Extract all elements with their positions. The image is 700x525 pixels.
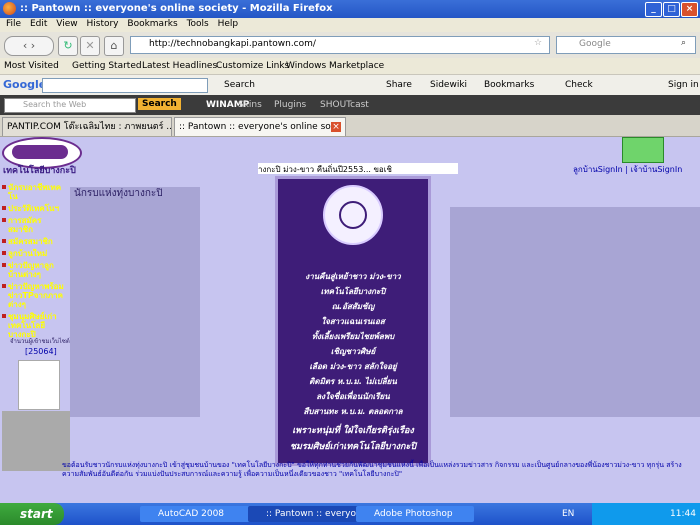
sidebar-item[interactable]: การสมัครสมาชิก (2, 216, 66, 234)
tab-bar: PANTIP.COM โต๊ะเฉลิมไทย : ภาพยนตร์ ... :… (0, 115, 700, 137)
sidebar-item[interactable]: ข่าวปัญหาลูกบ้านต่างๆ (2, 261, 66, 279)
banner-line: เพราะหนุ่มที่ ใฝ่ใจเกียรติรุ่งเรือง (292, 426, 414, 436)
stop-icon[interactable]: ✕ (80, 36, 100, 56)
sidewiki-button[interactable]: Sidewiki (430, 80, 467, 90)
search-placeholder: Google (579, 39, 611, 49)
web-search-input[interactable]: Search the Web (4, 98, 136, 113)
google-bookmarks-button[interactable]: Bookmarks (484, 80, 534, 90)
bookmark-latest-headlines[interactable]: Latest Headlines (142, 61, 217, 71)
maximize-button[interactable]: □ (663, 2, 680, 17)
banner-line: ติดมิตร ห.บ.ม. ไม่เปลี่ยน (309, 377, 397, 386)
menu-file[interactable]: File (6, 19, 21, 29)
menu-bar: File Edit View History Bookmarks Tools H… (0, 18, 700, 32)
task-autocad[interactable]: AutoCAD 2008 (140, 506, 258, 522)
search-icon[interactable]: ⌕ (681, 38, 686, 48)
menu-view[interactable]: View (56, 19, 77, 29)
google-toolbar: Google Search Share Sidewiki Bookmarks C… (0, 75, 700, 96)
system-tray: EN 11:44 (562, 503, 700, 525)
tab-pantown[interactable]: :: Pantown :: everyone's online so... × (174, 117, 346, 136)
language-indicator[interactable]: EN (562, 509, 574, 519)
google-search-button[interactable]: Search (224, 80, 255, 90)
firefox-icon (3, 2, 16, 15)
banner-line: เชิญชาวศิษย์ (330, 347, 376, 356)
window-title-bar: :: Pantown :: everyone's online society … (0, 0, 700, 18)
task-photoshop[interactable]: Adobe Photoshop (356, 506, 474, 522)
sidebar-item[interactable]: ลูกบ้านใหม่ (2, 249, 66, 258)
school-emblem-icon (323, 185, 383, 245)
bookmark-most-visited[interactable]: Most Visited (4, 61, 59, 71)
back-forward-button[interactable]: ‹ › (4, 36, 54, 56)
clock: 11:44 (670, 509, 696, 519)
url-text: http://technobangkapi.pantown.com/ (149, 39, 316, 49)
welcome-text: ขอต้อนรับชาวนักรบแห่งทุ่งบางกะปิ เข้าสู่… (62, 461, 682, 478)
web-search-button[interactable]: Search (138, 98, 181, 110)
menu-tools[interactable]: Tools (187, 19, 209, 29)
signin-links[interactable]: ลูกบ้านSignIn | เจ้าบ้านSignIn (573, 163, 682, 176)
sidebar-item[interactable]: ชุมนุมศิษย์เก่าเทคโนโลยีบางกะปิ (2, 312, 66, 339)
task-firefox[interactable]: :: Pantown :: everyo... (248, 506, 366, 522)
start-button[interactable]: start (0, 503, 64, 525)
bookmark-windows-marketplace[interactable]: Windows Marketplace (286, 61, 384, 71)
home-icon[interactable]: ⌂ (104, 36, 124, 56)
skins-menu[interactable]: Skins (238, 100, 262, 110)
url-bar[interactable]: http://technobangkapi.pantown.com/ ☆ (130, 36, 550, 54)
tab-pantip-label: PANTIP.COM โต๊ะเฉลิมไทย : ภาพยนตร์ ... (7, 122, 172, 132)
menu-help[interactable]: Help (218, 19, 239, 29)
bookmark-customize-links[interactable]: Customize Links (216, 61, 289, 71)
tab-pantown-label: :: Pantown :: everyone's online so... (179, 122, 340, 132)
tab-close-icon[interactable]: × (331, 122, 341, 132)
sidebar-menu: นักรบอาชีพเทคโน ประวัติเทคโนฯ การสมัครสม… (2, 183, 66, 342)
tab-pantip[interactable]: PANTIP.COM โต๊ะเฉลิมไทย : ภาพยนตร์ ... (2, 117, 172, 136)
bookmark-star-icon[interactable]: ☆ (534, 38, 542, 48)
banner-line: ลงใจชื่อเพื่อนนักเรียน (316, 392, 390, 401)
web-search-placeholder: Search the Web (23, 100, 87, 109)
window-title: :: Pantown :: everyone's online society … (20, 3, 333, 14)
background-building-right (450, 207, 700, 417)
background-building-left (70, 187, 200, 417)
minimize-button[interactable]: _ (645, 2, 662, 17)
bookmark-getting-started[interactable]: Getting Started (72, 61, 142, 71)
banner-line: เทคโนโลยีบางกะปิ (320, 287, 386, 296)
check-button[interactable]: Check (565, 80, 593, 90)
menu-history[interactable]: History (86, 19, 118, 29)
menu-edit[interactable]: Edit (30, 19, 47, 29)
technology-bangkapi-emblem (2, 411, 70, 471)
sidebar-item[interactable]: ข่าวปัญหาพร้อมข่าวTPจากภาคต่างๆ (2, 282, 66, 309)
sidebar-item[interactable]: นักรบอาชีพเทคโน (2, 183, 66, 201)
winamp-toolbar: Search the Web Search WINAMP Skins Plugi… (0, 95, 700, 115)
site-logo-text: เทคโนโลยีบางกะปิ (3, 166, 76, 176)
school-seal-image (18, 360, 60, 410)
bookmarks-toolbar: Most Visited Getting Started Latest Head… (0, 58, 700, 75)
banner-line: สืบสานทะ ห.บ.ม. ตลอดกาล (303, 407, 403, 416)
search-box[interactable]: Google ⌕ (556, 36, 696, 54)
page-title: นักรบแห่งทุ่งบางกะปิ (74, 188, 163, 199)
banner-line: ใจสาวแฉนเรนเอส (321, 317, 385, 326)
sidebar-item[interactable]: ประวัติเทคโนฯ (2, 204, 66, 213)
banner-line: ทั้งเลี้ยงเพรียมไชยพ์ลพบ (311, 332, 395, 341)
news-ticker: างกะปิ ม่วง-ขาว คืนถิ่นปี2553... ขอเชิ (258, 163, 458, 174)
close-button[interactable]: × (681, 2, 698, 17)
share-button[interactable]: Share (386, 80, 412, 90)
reload-icon[interactable]: ↻ (58, 36, 78, 56)
signin-banner-image (622, 137, 664, 163)
shoutcast-menu[interactable]: SHOUTcast (320, 100, 369, 110)
reunion-banner: งานคืนสู่เหย้าชาว ม่วง-ขาว เทคโนโลยีบางก… (275, 176, 431, 466)
menu-bookmarks[interactable]: Bookmarks (127, 19, 177, 29)
google-signin-link[interactable]: Sign in (668, 80, 699, 90)
plugins-menu[interactable]: Plugins (274, 100, 306, 110)
visitor-counter-label: จำนวนผู้เข้าชมเว็บไซต์ (10, 338, 70, 345)
banner-line: งานคืนสู่เหย้าชาว ม่วง-ขาว (305, 272, 401, 281)
banner-line: ณ.อัสสัมชัญ (331, 302, 375, 311)
visitor-counter: [25064] (25, 347, 57, 356)
google-search-input[interactable] (42, 78, 208, 93)
banner-line: ชมรมศิษย์เก่าเทคโนโลยีบางกะปิ (289, 442, 417, 452)
google-logo: Google (3, 78, 47, 91)
sidebar-item[interactable]: สมัครสมาชิก (2, 237, 66, 246)
banner-line: เลือด ม่วง-ขาว สลักใจอยู่ (309, 362, 397, 371)
